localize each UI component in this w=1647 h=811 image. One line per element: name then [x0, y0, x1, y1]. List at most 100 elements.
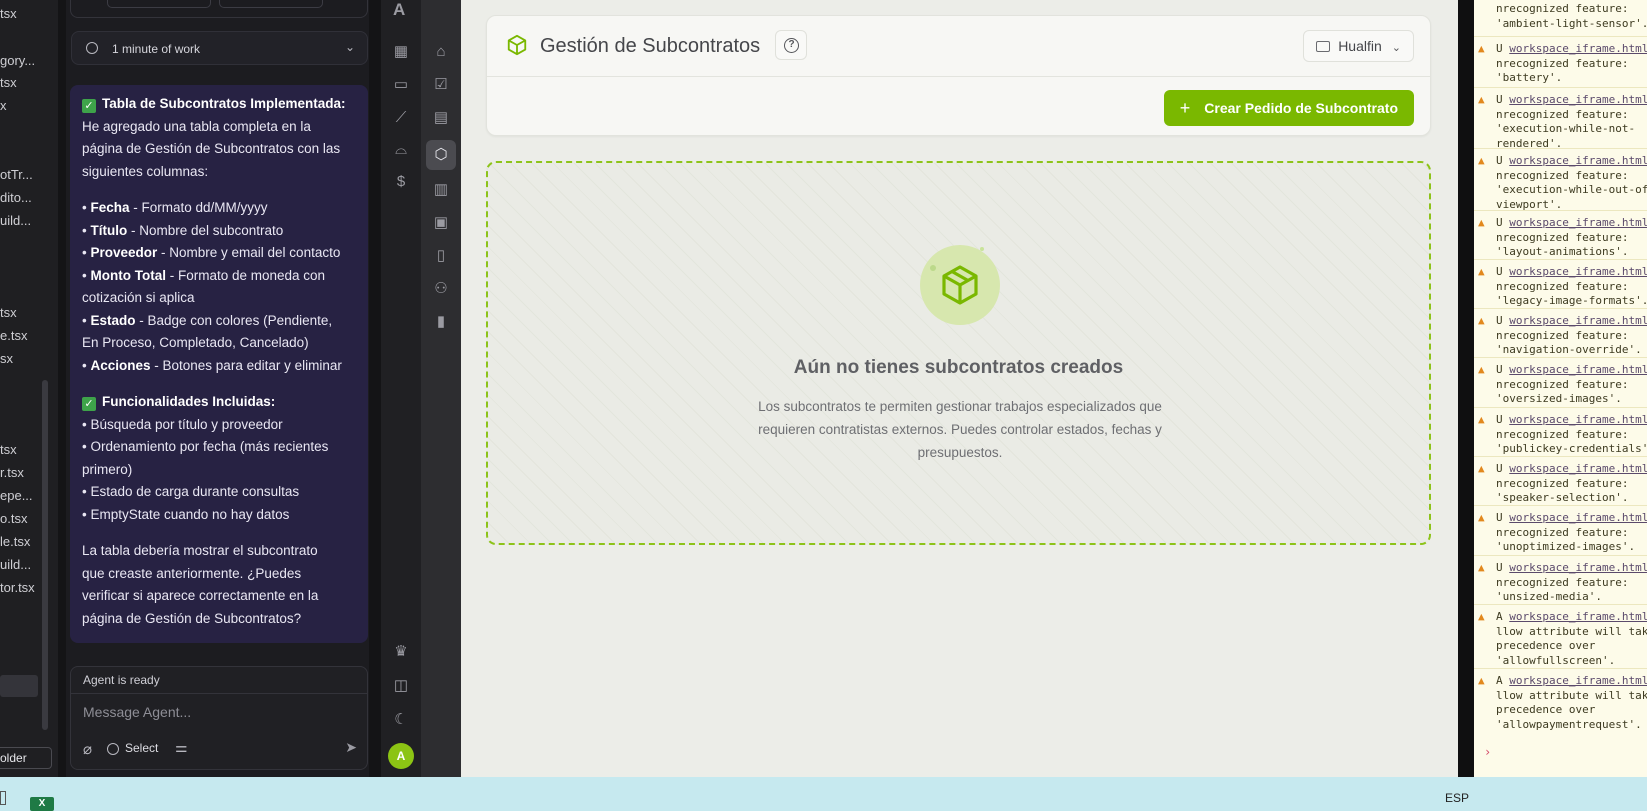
- feature-item: • Estado de carga durante consultas: [82, 484, 300, 499]
- file-item[interactable]: e.tsx: [0, 328, 27, 343]
- file-item[interactable]: x: [0, 98, 7, 113]
- file-item[interactable]: otTr...: [0, 167, 33, 182]
- file-explorer-scrollbar[interactable]: [42, 380, 48, 730]
- file-item[interactable]: tsx: [0, 305, 17, 320]
- select-button[interactable]: Select: [125, 741, 158, 755]
- project-selector[interactable]: Hualfin ⌄: [1303, 30, 1414, 62]
- message-line: siguientes columnas:: [82, 163, 209, 179]
- file-item[interactable]: sx: [0, 351, 13, 366]
- column-item-cont: cotización si aplica: [82, 290, 195, 305]
- source-link[interactable]: workspace_iframe.html:: [1509, 265, 1647, 278]
- console-line: 'execution-while-out-of-: [1496, 183, 1647, 196]
- nav-rail-right: ⌂ ☑ ▤ ⬡ ▥ ▣ ▯ ⚇ ▮: [421, 0, 461, 777]
- users-icon[interactable]: ⚇: [431, 279, 451, 299]
- file-item[interactable]: gory...: [0, 53, 35, 68]
- message-input[interactable]: Message Agent...: [83, 704, 191, 720]
- source-link[interactable]: workspace_iframe.html:: [1509, 42, 1647, 55]
- home-icon[interactable]: ⌂: [431, 42, 451, 62]
- console-line: nrecognized feature:: [1496, 279, 1629, 293]
- column-item-cont: En Proceso, Completado, Cancelado): [82, 335, 309, 350]
- section-title: Tabla de Subcontratos Implementada:: [102, 96, 346, 111]
- console-entry: ▲ U workspace_iframe.html: nrecognized fea…: [1474, 308, 1647, 358]
- source-link[interactable]: workspace_iframe.html:: [1509, 610, 1647, 623]
- source-link[interactable]: workspace_iframe.html:: [1509, 314, 1647, 327]
- create-subcontract-button[interactable]: + Crear Pedido de Subcontrato: [1163, 90, 1414, 126]
- source-link[interactable]: workspace_iframe.html:: [1509, 216, 1647, 229]
- send-icon[interactable]: ➤: [345, 739, 357, 756]
- calculator-icon[interactable]: ▥: [431, 180, 451, 200]
- chat-top-button[interactable]: [107, 0, 211, 8]
- work-duration-toggle[interactable]: 1 minute of work ⌄: [71, 31, 368, 65]
- console-line: 'speaker-selection'.: [1496, 491, 1629, 504]
- taskbar-app-icon[interactable]: [0, 791, 6, 805]
- plus-icon: +: [1179, 98, 1191, 118]
- moon-icon[interactable]: ☾: [391, 710, 411, 730]
- calendar-icon[interactable]: ▤: [431, 108, 451, 128]
- app-logo[interactable]: A: [393, 0, 405, 20]
- source-link[interactable]: workspace_iframe.html:: [1509, 93, 1647, 106]
- console-line: nrecognized feature:: [1496, 525, 1629, 539]
- console-prefix: U: [1496, 216, 1503, 229]
- file-item[interactable]: tsx: [0, 6, 17, 21]
- folder-icon[interactable]: ▭: [391, 75, 411, 95]
- file-item[interactable]: tsx: [0, 75, 17, 90]
- source-link[interactable]: workspace_iframe.html:: [1509, 511, 1647, 524]
- building-icon[interactable]: ▦: [391, 42, 411, 62]
- message-input-box: Message Agent... ⌀ Select ⚌ ➤: [70, 694, 368, 770]
- crown-icon[interactable]: ♛: [391, 642, 411, 662]
- attach-icon[interactable]: ⌀: [83, 740, 92, 758]
- avatar[interactable]: A: [388, 743, 414, 769]
- briefcase-icon[interactable]: ▣: [431, 213, 451, 233]
- console-prefix: U: [1496, 413, 1503, 426]
- panel-divider[interactable]: [58, 0, 66, 777]
- file-item[interactable]: o.tsx: [0, 511, 27, 526]
- select-target-icon[interactable]: [107, 743, 119, 755]
- warning-icon: ▲: [1478, 462, 1485, 475]
- file-item[interactable]: tsx: [0, 442, 17, 457]
- dollar-icon[interactable]: $: [391, 172, 411, 192]
- source-link[interactable]: workspace_iframe.html:: [1509, 674, 1647, 687]
- agent-status: Agent is ready: [70, 666, 368, 694]
- empty-state-description: Los subcontratos te permiten gestionar t…: [758, 399, 1162, 460]
- excel-icon[interactable]: X: [30, 797, 54, 811]
- console-entry: ▲ U workspace_iframe.html: nrecognized fea…: [1474, 407, 1647, 457]
- brush-icon[interactable]: ⟋: [391, 108, 411, 128]
- file-item[interactable]: epe...: [0, 488, 33, 503]
- bar-chart-icon[interactable]: ▮: [431, 312, 451, 332]
- warning-icon: ▲: [1478, 674, 1485, 687]
- help-button[interactable]: ?: [775, 30, 807, 60]
- source-link[interactable]: workspace_iframe.html:: [1509, 462, 1647, 475]
- console-prefix: U: [1496, 511, 1503, 524]
- column-item: • Acciones - Botones para editar y elimi…: [82, 357, 342, 373]
- check-square-icon[interactable]: ☑: [431, 75, 451, 95]
- helmet-icon[interactable]: ⌓: [391, 140, 411, 160]
- selected-file-highlight[interactable]: [0, 675, 38, 697]
- file-item[interactable]: le.tsx: [0, 534, 30, 549]
- file-item[interactable]: r.tsx: [0, 465, 24, 480]
- file-item[interactable]: uild...: [0, 557, 31, 572]
- file-item[interactable]: dito...: [0, 190, 32, 205]
- empty-state: Aún no tienes subcontratos creados Los s…: [486, 161, 1431, 545]
- file-item[interactable]: uild...: [0, 213, 31, 228]
- create-button-label: Crear Pedido de Subcontrato: [1204, 100, 1398, 116]
- console-entry: ▲ A workspace_iframe.html: llow attribute …: [1474, 668, 1647, 732]
- settings-sliders-icon[interactable]: ⚌: [175, 739, 188, 756]
- console-entry: ▲ U workspace_iframe.html: nrecognized fea…: [1474, 259, 1647, 309]
- console-prefix: U: [1496, 561, 1503, 574]
- language-indicator[interactable]: ESP: [1445, 791, 1469, 805]
- source-link[interactable]: workspace_iframe.html:: [1509, 154, 1647, 167]
- panel-divider[interactable]: [369, 0, 381, 777]
- document-icon[interactable]: ▯: [431, 246, 451, 266]
- cube-icon[interactable]: ⬡: [426, 140, 456, 170]
- console-prompt[interactable]: ›: [1484, 745, 1491, 759]
- file-item[interactable]: tor.tsx: [0, 580, 35, 595]
- source-link[interactable]: workspace_iframe.html:: [1509, 413, 1647, 426]
- message-line: página de Gestión de Subcontratos?: [82, 610, 302, 626]
- source-link[interactable]: workspace_iframe.html:: [1509, 363, 1647, 376]
- source-link[interactable]: workspace_iframe.html:: [1509, 561, 1647, 574]
- chat-top-button[interactable]: [219, 0, 323, 8]
- panel-divider[interactable]: [1458, 0, 1474, 777]
- work-duration-label: 1 minute of work: [112, 42, 201, 56]
- open-folder-button[interactable]: older: [0, 747, 52, 769]
- sidebar-toggle-icon[interactable]: ◫: [391, 676, 411, 696]
